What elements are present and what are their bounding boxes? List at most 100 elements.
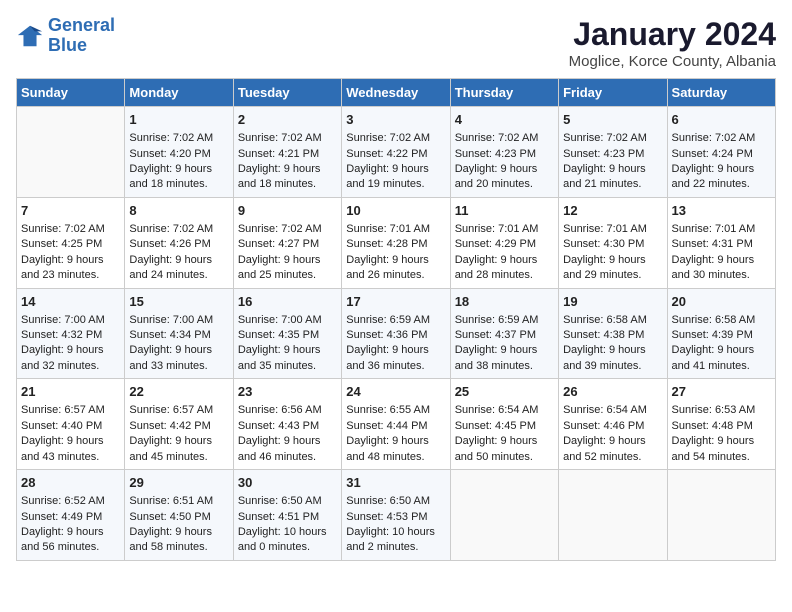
sunrise-text: Sunrise: 7:02 AM [238, 222, 337, 237]
daylight-text: Daylight: 9 hours and 19 minutes. [346, 162, 445, 193]
sunrise-text: Sunrise: 7:02 AM [129, 222, 228, 237]
sunset-text: Sunset: 4:51 PM [238, 510, 337, 525]
sunset-text: Sunset: 4:31 PM [672, 237, 771, 252]
sunset-text: Sunset: 4:28 PM [346, 237, 445, 252]
sunset-text: Sunset: 4:37 PM [455, 328, 554, 343]
daylight-text: Daylight: 9 hours and 50 minutes. [455, 434, 554, 465]
daylight-text: Daylight: 9 hours and 32 minutes. [21, 343, 120, 374]
sunset-text: Sunset: 4:42 PM [129, 419, 228, 434]
sunrise-text: Sunrise: 7:02 AM [129, 131, 228, 146]
sunset-text: Sunset: 4:34 PM [129, 328, 228, 343]
sunrise-text: Sunrise: 7:01 AM [346, 222, 445, 237]
day-cell: 22Sunrise: 6:57 AMSunset: 4:42 PMDayligh… [125, 379, 233, 470]
daylight-text: Daylight: 9 hours and 46 minutes. [238, 434, 337, 465]
title-area: January 2024 Moglice, Korce County, Alba… [569, 16, 776, 70]
sunset-text: Sunset: 4:39 PM [672, 328, 771, 343]
sunset-text: Sunset: 4:45 PM [455, 419, 554, 434]
sunrise-text: Sunrise: 7:01 AM [672, 222, 771, 237]
sunset-text: Sunset: 4:22 PM [346, 147, 445, 162]
week-row-3: 14Sunrise: 7:00 AMSunset: 4:32 PMDayligh… [17, 288, 776, 379]
column-header-wednesday: Wednesday [342, 79, 450, 107]
column-header-monday: Monday [125, 79, 233, 107]
day-number: 30 [238, 474, 337, 492]
week-row-2: 7Sunrise: 7:02 AMSunset: 4:25 PMDaylight… [17, 197, 776, 288]
calendar-title: January 2024 [569, 16, 776, 53]
sunrise-text: Sunrise: 7:02 AM [455, 131, 554, 146]
day-cell: 25 Sunrise: 6:54 AMSunset: 4:45 PMDayligh… [450, 379, 558, 470]
daylight-text: Daylight: 9 hours and 20 minutes. [455, 162, 554, 193]
sunrise-text: Sunrise: 6:50 AM [238, 494, 337, 509]
day-number: 3 [346, 111, 445, 129]
daylight-text: Daylight: 10 hours and 0 minutes. [238, 525, 337, 556]
sunrise-text: Sunrise: 6:57 AM [129, 403, 228, 418]
day-cell: 19Sunrise: 6:58 AMSunset: 4:38 PMDayligh… [559, 288, 667, 379]
daylight-text: Daylight: 9 hours and 35 minutes. [238, 343, 337, 374]
day-cell: 8Sunrise: 7:02 AMSunset: 4:26 PMDaylight… [125, 197, 233, 288]
sunset-text: Sunset: 4:40 PM [21, 419, 120, 434]
sunrise-text: Sunrise: 7:02 AM [346, 131, 445, 146]
day-cell: 18Sunrise: 6:59 AMSunset: 4:37 PMDayligh… [450, 288, 558, 379]
sunrise-text: Sunrise: 7:02 AM [238, 131, 337, 146]
day-number: 25 [455, 383, 554, 401]
daylight-text: Daylight: 9 hours and 54 minutes. [672, 434, 771, 465]
sunrise-text: Sunrise: 7:01 AM [563, 222, 662, 237]
daylight-text: Daylight: 9 hours and 45 minutes. [129, 434, 228, 465]
sunset-text: Sunset: 4:48 PM [672, 419, 771, 434]
sunset-text: Sunset: 4:20 PM [129, 147, 228, 162]
sunset-text: Sunset: 4:29 PM [455, 237, 554, 252]
sunrise-text: Sunrise: 6:54 AM [455, 403, 554, 418]
sunset-text: Sunset: 4:44 PM [346, 419, 445, 434]
column-header-thursday: Thursday [450, 79, 558, 107]
sunrise-text: Sunrise: 7:00 AM [129, 313, 228, 328]
week-row-1: 1Sunrise: 7:02 AMSunset: 4:20 PMDaylight… [17, 107, 776, 198]
day-cell: 17Sunrise: 6:59 AMSunset: 4:36 PMDayligh… [342, 288, 450, 379]
column-headers: SundayMondayTuesdayWednesdayThursdayFrid… [17, 79, 776, 107]
day-cell: 23Sunrise: 6:56 AMSunset: 4:43 PMDayligh… [233, 379, 341, 470]
day-number: 1 [129, 111, 228, 129]
day-number: 18 [455, 293, 554, 311]
sunset-text: Sunset: 4:27 PM [238, 237, 337, 252]
day-number: 8 [129, 202, 228, 220]
day-number: 23 [238, 383, 337, 401]
sunrise-text: Sunrise: 6:50 AM [346, 494, 445, 509]
daylight-text: Daylight: 9 hours and 39 minutes. [563, 343, 662, 374]
daylight-text: Daylight: 9 hours and 33 minutes. [129, 343, 228, 374]
day-cell: 16Sunrise: 7:00 AMSunset: 4:35 PMDayligh… [233, 288, 341, 379]
sunrise-text: Sunrise: 6:59 AM [346, 313, 445, 328]
sunrise-text: Sunrise: 6:51 AM [129, 494, 228, 509]
daylight-text: Daylight: 9 hours and 52 minutes. [563, 434, 662, 465]
day-cell: 2Sunrise: 7:02 AMSunset: 4:21 PMDaylight… [233, 107, 341, 198]
daylight-text: Daylight: 9 hours and 26 minutes. [346, 253, 445, 284]
sunrise-text: Sunrise: 6:58 AM [672, 313, 771, 328]
sunset-text: Sunset: 4:26 PM [129, 237, 228, 252]
daylight-text: Daylight: 9 hours and 30 minutes. [672, 253, 771, 284]
day-cell [450, 470, 558, 561]
day-cell: 1Sunrise: 7:02 AMSunset: 4:20 PMDaylight… [125, 107, 233, 198]
sunset-text: Sunset: 4:21 PM [238, 147, 337, 162]
day-number: 28 [21, 474, 120, 492]
day-number: 6 [672, 111, 771, 129]
day-cell: 13 Sunrise: 7:01 AMSunset: 4:31 PMDayligh… [667, 197, 775, 288]
sunrise-text: Sunrise: 6:56 AM [238, 403, 337, 418]
sunrise-text: Sunrise: 7:02 AM [563, 131, 662, 146]
day-cell: 9Sunrise: 7:02 AMSunset: 4:27 PMDaylight… [233, 197, 341, 288]
day-number: 13 [672, 202, 771, 220]
day-number: 24 [346, 383, 445, 401]
day-cell: 20Sunrise: 6:58 AMSunset: 4:39 PMDayligh… [667, 288, 775, 379]
daylight-text: Daylight: 9 hours and 43 minutes. [21, 434, 120, 465]
day-cell: 5Sunrise: 7:02 AMSunset: 4:23 PMDaylight… [559, 107, 667, 198]
daylight-text: Daylight: 9 hours and 36 minutes. [346, 343, 445, 374]
day-number: 5 [563, 111, 662, 129]
day-number: 19 [563, 293, 662, 311]
sunset-text: Sunset: 4:30 PM [563, 237, 662, 252]
daylight-text: Daylight: 9 hours and 41 minutes. [672, 343, 771, 374]
day-number: 31 [346, 474, 445, 492]
day-cell: 26Sunrise: 6:54 AMSunset: 4:46 PMDayligh… [559, 379, 667, 470]
sunset-text: Sunset: 4:38 PM [563, 328, 662, 343]
day-cell: 12Sunrise: 7:01 AMSunset: 4:30 PMDayligh… [559, 197, 667, 288]
daylight-text: Daylight: 9 hours and 23 minutes. [21, 253, 120, 284]
column-header-tuesday: Tuesday [233, 79, 341, 107]
column-header-friday: Friday [559, 79, 667, 107]
day-cell: 31Sunrise: 6:50 AMSunset: 4:53 PMDayligh… [342, 470, 450, 561]
day-cell: 6Sunrise: 7:02 AMSunset: 4:24 PMDaylight… [667, 107, 775, 198]
